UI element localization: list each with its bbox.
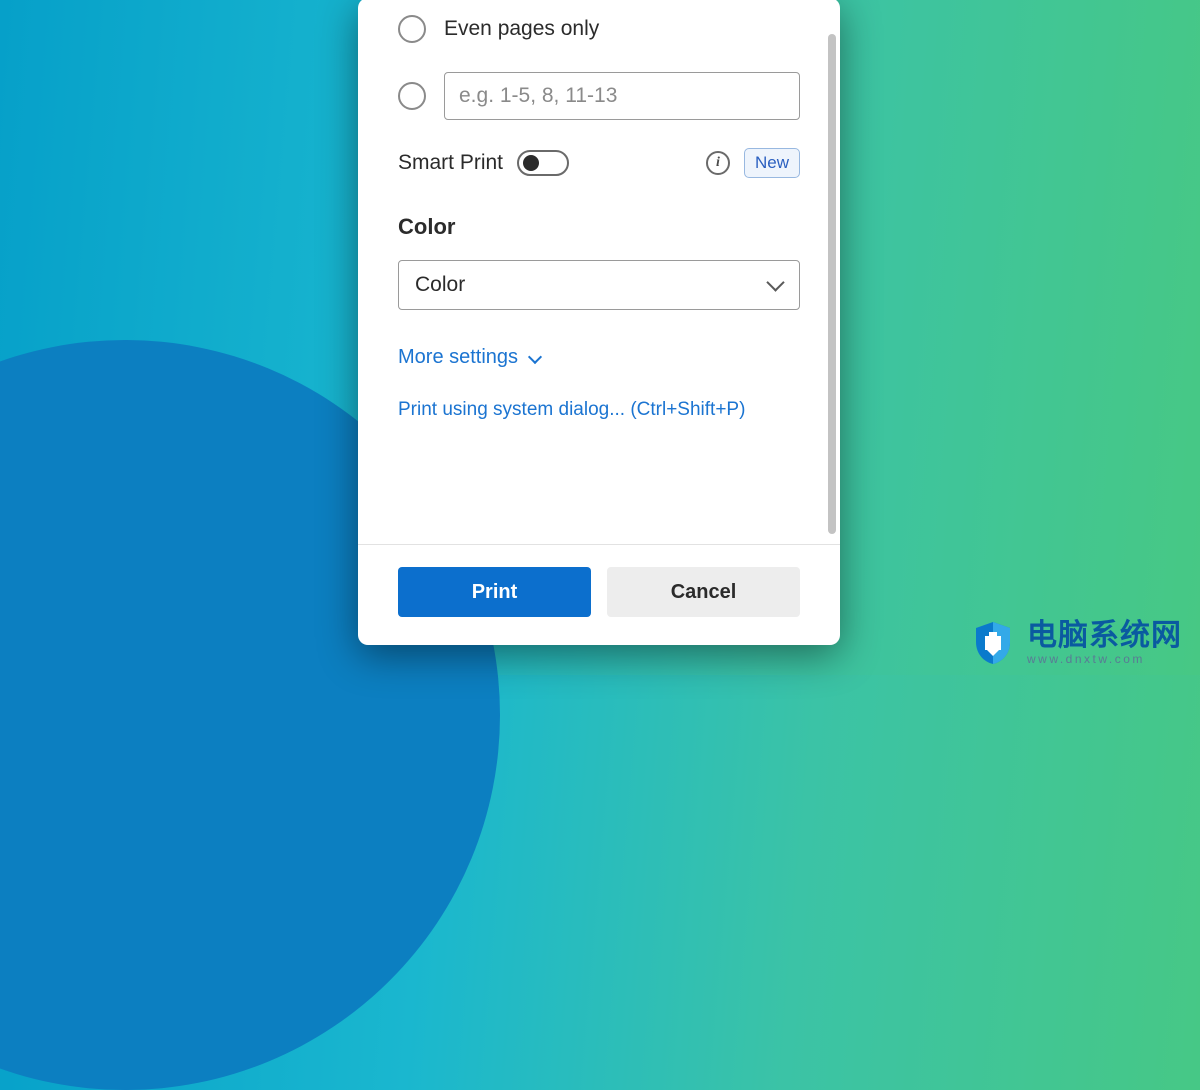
watermark: 电脑系统网 www.dnxtw.com — [969, 619, 1182, 667]
system-dialog-link[interactable]: Print using system dialog... (Ctrl+Shift… — [398, 399, 745, 421]
dialog-footer: Print Cancel — [358, 544, 840, 645]
watermark-text: 电脑系统网 www.dnxtw.com — [1027, 620, 1182, 666]
radio-even-pages[interactable] — [398, 15, 426, 43]
pages-custom-row — [398, 72, 800, 120]
toggle-knob — [523, 155, 539, 171]
color-select[interactable]: Color — [398, 260, 800, 310]
chevron-down-icon — [767, 277, 783, 293]
color-heading: Color — [398, 214, 800, 240]
new-badge: New — [744, 148, 800, 178]
smart-print-toggle[interactable] — [517, 150, 569, 176]
even-pages-label: Even pages only — [444, 17, 599, 41]
smart-print-label: Smart Print — [398, 151, 503, 175]
scrollbar[interactable] — [828, 34, 836, 534]
pages-even-row: Even pages only — [398, 12, 800, 46]
watermark-url: www.dnxtw.com — [1027, 653, 1182, 666]
more-settings-link[interactable]: More settings — [398, 346, 540, 369]
radio-custom-pages[interactable] — [398, 82, 426, 110]
smart-print-row: Smart Print i New — [398, 148, 800, 178]
system-dialog-label: Print using system dialog... (Ctrl+Shift… — [398, 399, 745, 421]
custom-pages-input[interactable] — [444, 72, 800, 120]
dialog-content: Even pages only Smart Print i New Color … — [358, 0, 840, 544]
watermark-title: 电脑系统网 — [1027, 620, 1182, 652]
print-button[interactable]: Print — [398, 567, 591, 617]
print-dialog: Even pages only Smart Print i New Color … — [358, 0, 840, 645]
watermark-icon — [969, 619, 1017, 667]
chevron-down-icon — [528, 352, 540, 364]
cancel-button[interactable]: Cancel — [607, 567, 800, 617]
color-select-value: Color — [415, 273, 465, 297]
more-settings-label: More settings — [398, 346, 518, 369]
info-icon[interactable]: i — [706, 151, 730, 175]
